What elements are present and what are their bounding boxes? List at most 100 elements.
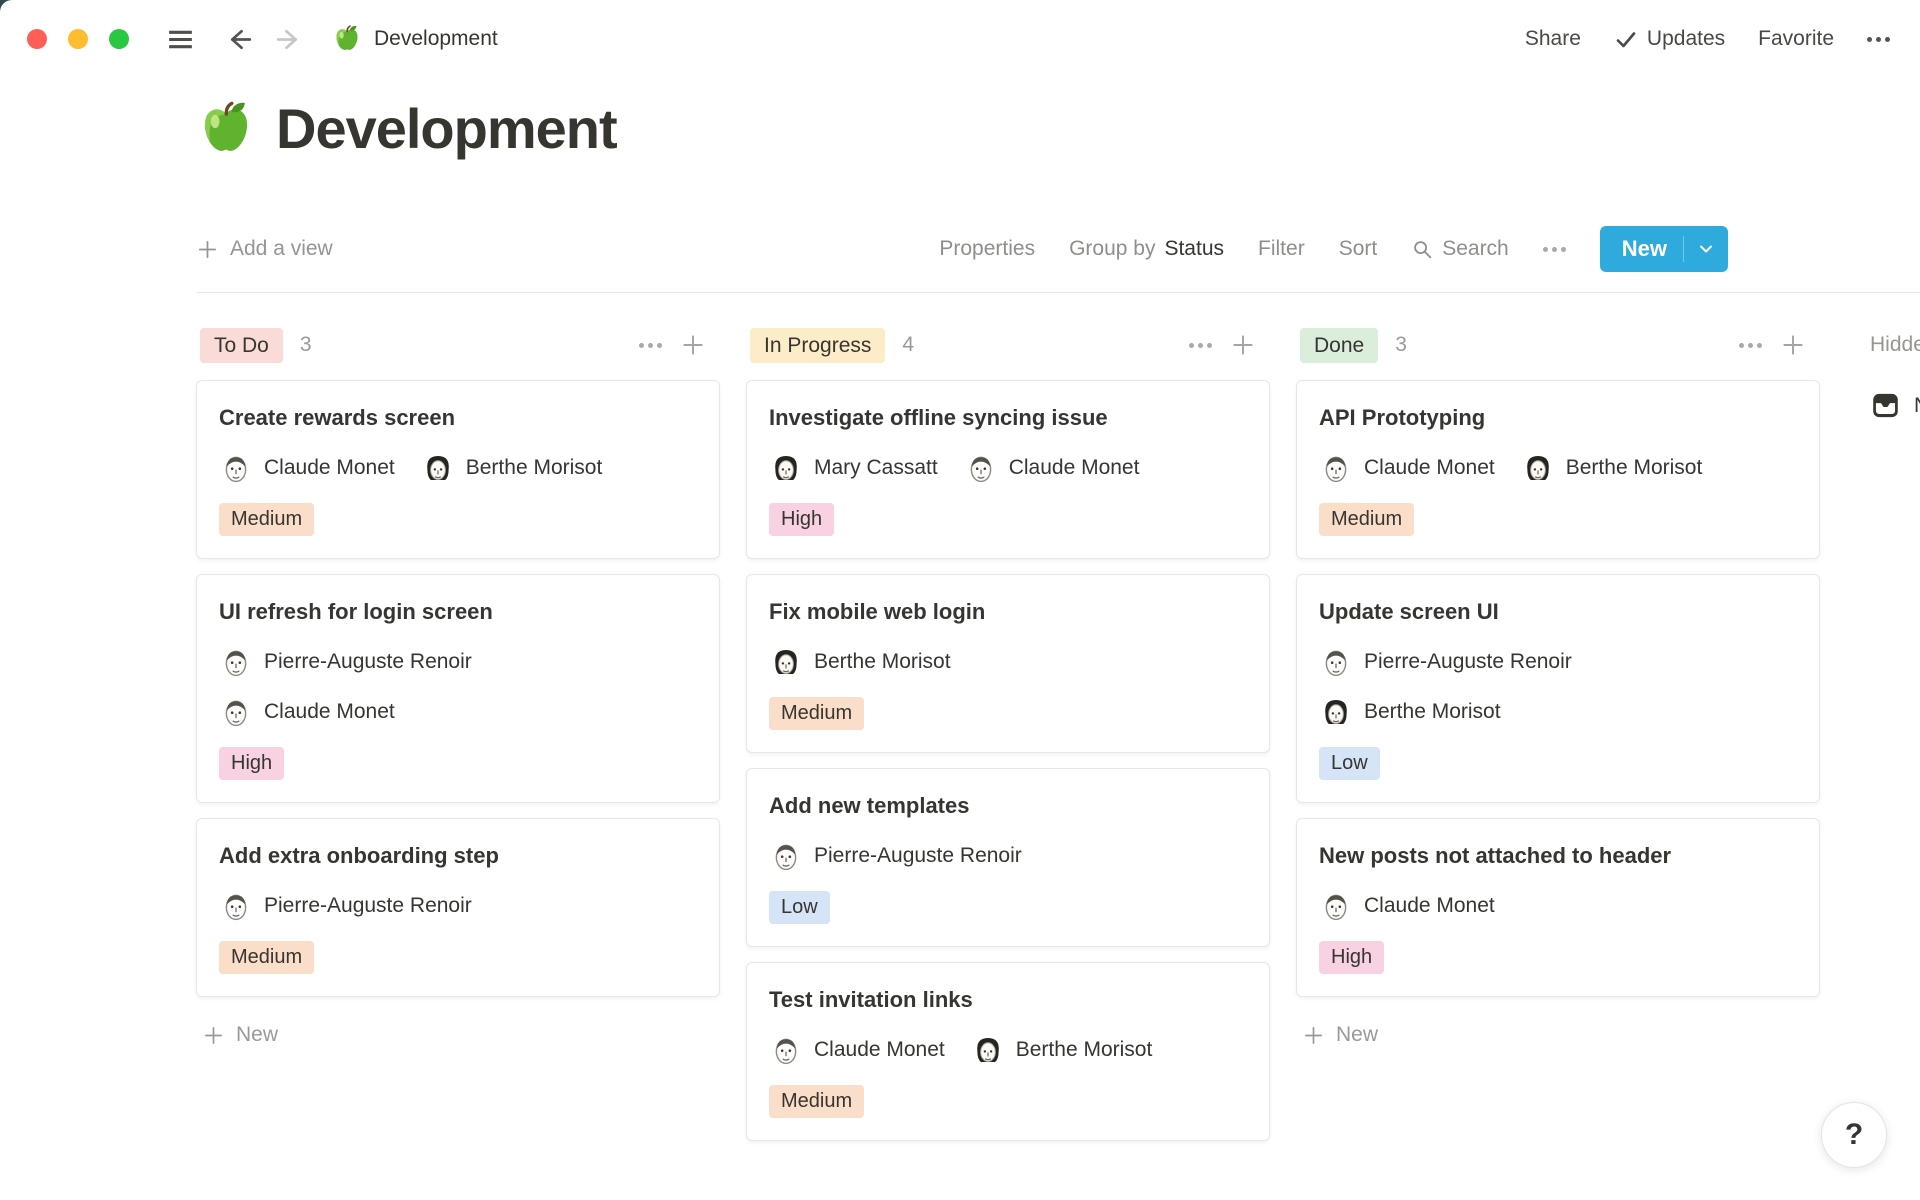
assignee-name: Pierre-Auguste Renoir [1364, 650, 1572, 674]
forward-arrow-icon[interactable] [273, 24, 304, 55]
column-count: 4 [902, 333, 914, 357]
assignee-name: Claude Monet [264, 700, 395, 724]
column-more-icon[interactable] [639, 343, 662, 348]
more-options-icon[interactable] [1867, 37, 1890, 42]
group-by-label: Group by [1069, 237, 1155, 261]
search-button[interactable]: Search [1411, 237, 1509, 261]
add-card-button[interactable]: New [196, 1023, 720, 1047]
help-button[interactable]: ? [1821, 1102, 1887, 1168]
column-badge[interactable]: In Progress [750, 328, 885, 363]
card[interactable]: New posts not attached to header Claude … [1296, 818, 1820, 997]
new-button-label: New [1600, 236, 1683, 262]
card-title: Add extra onboarding step [219, 841, 697, 871]
assignee: Pierre-Auguste Renoir [769, 839, 1022, 873]
hidden-group-no-status[interactable]: No Status [1870, 390, 1920, 421]
card-title: Add new templates [769, 791, 1247, 821]
plus-icon [1302, 1024, 1325, 1047]
share-button[interactable]: Share [1525, 27, 1581, 51]
avatar-woman-sketch-icon [1319, 695, 1353, 729]
column-add-icon[interactable] [1230, 332, 1256, 358]
card-title: Test invitation links [769, 985, 1247, 1015]
priority-tag: Medium [219, 503, 314, 536]
view-toolbar: Add a view Properties Group by Status Fi… [196, 222, 1920, 276]
assignee: Claude Monet [964, 451, 1140, 485]
plus-icon [202, 1024, 225, 1047]
card[interactable]: Add extra onboarding step Pierre-Auguste… [196, 818, 720, 997]
avatar-man-sketch-icon [769, 1033, 803, 1067]
updates-button[interactable]: Updates [1614, 27, 1725, 51]
search-icon [1411, 238, 1433, 260]
filter-button[interactable]: Filter [1258, 237, 1305, 261]
assignee-name: Berthe Morisot [1016, 1038, 1153, 1062]
assignee-name: Claude Monet [264, 456, 395, 480]
card[interactable]: Update screen UI Pierre-Auguste Renoir B… [1296, 574, 1820, 803]
column-add-icon[interactable] [680, 332, 706, 358]
card[interactable]: UI refresh for login screen Pierre-Augus… [196, 574, 720, 803]
card-title: Fix mobile web login [769, 597, 1247, 627]
column-header: In Progress 4 [746, 316, 1270, 374]
breadcrumb-title: Development [374, 27, 498, 51]
back-arrow-icon[interactable] [224, 24, 255, 55]
assignee-name: Claude Monet [1364, 456, 1495, 480]
minimize-window-icon[interactable] [68, 29, 88, 49]
sort-button[interactable]: Sort [1339, 237, 1378, 261]
hidden-groups-label[interactable]: Hidden [1870, 316, 1920, 374]
card[interactable]: Add new templates Pierre-Auguste Renoir … [746, 768, 1270, 947]
close-window-icon[interactable] [27, 29, 47, 49]
column-more-icon[interactable] [1189, 343, 1212, 348]
zoom-window-icon[interactable] [109, 29, 129, 49]
avatar-man-sketch-icon [1319, 889, 1353, 923]
group-by-value: Status [1164, 237, 1224, 261]
sidebar-menu-icon[interactable] [165, 24, 196, 55]
add-card-button[interactable]: New [1296, 1023, 1820, 1047]
view-more-icon[interactable] [1543, 247, 1566, 252]
assignee: Claude Monet [219, 695, 697, 729]
assignee-name: Pierre-Auguste Renoir [814, 844, 1022, 868]
priority-tag: Medium [769, 1085, 864, 1118]
card[interactable]: Create rewards screen Claude Monet Berth… [196, 380, 720, 559]
avatar-man-sketch-icon [219, 889, 253, 923]
assignee: Berthe Morisot [1319, 695, 1797, 729]
avatar-woman-sketch-icon [769, 451, 803, 485]
card-title: New posts not attached to header [1319, 841, 1797, 871]
check-icon [1614, 27, 1638, 51]
avatar-man-sketch-icon [219, 645, 253, 679]
column-add-icon[interactable] [1780, 332, 1806, 358]
add-view-label: Add a view [230, 237, 333, 261]
green-apple-icon [332, 24, 362, 54]
assignee: Berthe Morisot [971, 1033, 1153, 1067]
new-button-chevron[interactable] [1684, 239, 1728, 259]
hidden-groups: Hidden No Status [1846, 316, 1920, 421]
assignee: Berthe Morisot [1521, 451, 1703, 485]
favorite-button[interactable]: Favorite [1758, 27, 1834, 51]
card[interactable]: Investigate offline syncing issue Mary C… [746, 380, 1270, 559]
breadcrumb[interactable]: Development [332, 24, 498, 54]
toolbar-divider [196, 292, 1920, 293]
card[interactable]: Fix mobile web login Berthe Morisot Medi… [746, 574, 1270, 753]
avatar-woman-sketch-icon [1521, 451, 1555, 485]
column-badge[interactable]: To Do [200, 328, 283, 363]
add-card-label: New [1336, 1023, 1378, 1047]
assignee: Claude Monet [1319, 451, 1495, 485]
card[interactable]: Test invitation links Claude Monet Berth… [746, 962, 1270, 1141]
avatar-man-sketch-icon [964, 451, 998, 485]
priority-tag: Low [769, 891, 830, 924]
column-badge[interactable]: Done [1300, 328, 1378, 363]
page-icon-green-apple[interactable] [196, 99, 256, 159]
properties-button[interactable]: Properties [939, 237, 1035, 261]
assignee-name: Pierre-Auguste Renoir [264, 894, 472, 918]
top-bar: Development Share Updates Favorite [0, 0, 1920, 78]
new-button[interactable]: New [1600, 226, 1728, 272]
assignee: Pierre-Auguste Renoir [219, 889, 472, 923]
priority-tag: Medium [769, 697, 864, 730]
add-view-button[interactable]: Add a view [196, 237, 333, 261]
page-title[interactable]: Development [276, 96, 617, 161]
assignee-name: Pierre-Auguste Renoir [264, 650, 472, 674]
card[interactable]: API Prototyping Claude Monet Berthe Mori… [1296, 380, 1820, 559]
column-more-icon[interactable] [1739, 343, 1762, 348]
group-by-button[interactable]: Group by Status [1069, 237, 1224, 261]
assignee-name: Claude Monet [814, 1038, 945, 1062]
assignee-name: Claude Monet [1009, 456, 1140, 480]
priority-tag: High [219, 747, 284, 780]
card-title: Update screen UI [1319, 597, 1797, 627]
